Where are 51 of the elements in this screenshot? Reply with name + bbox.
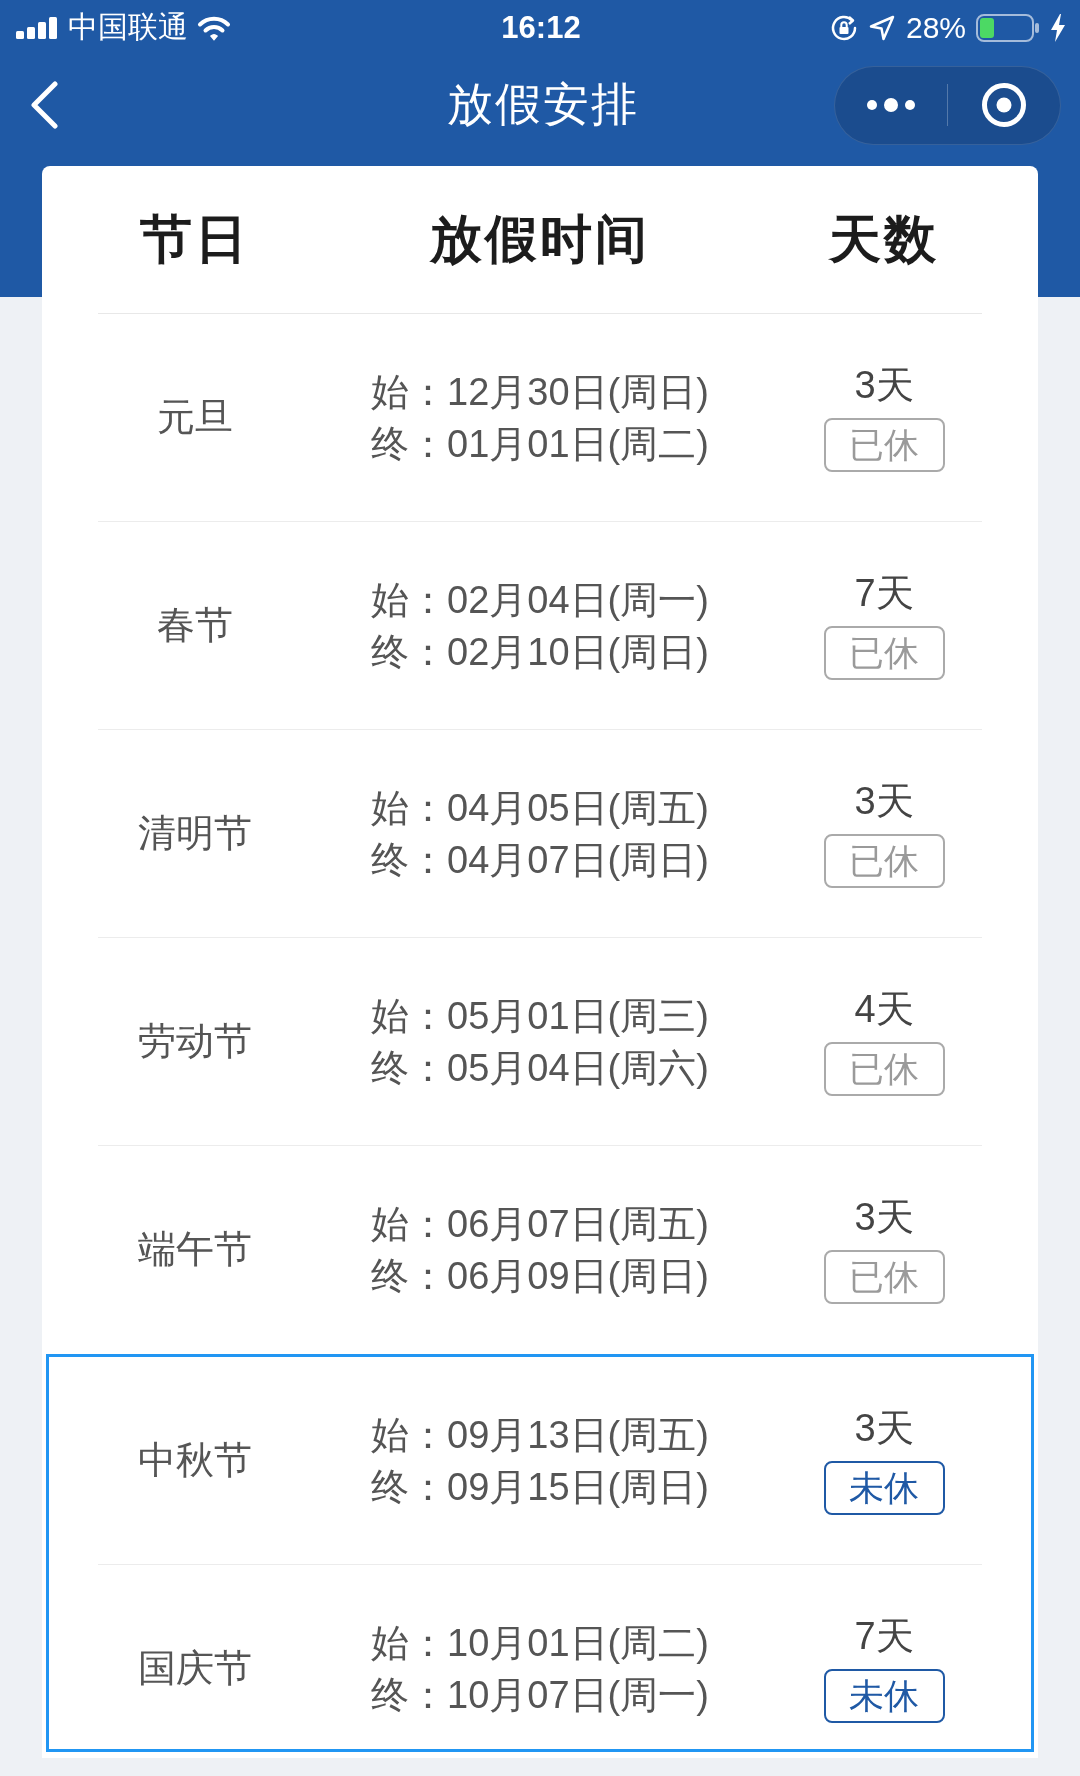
clock-time: 16:12	[501, 9, 581, 46]
holiday-name: 元旦	[157, 395, 233, 440]
dots-icon	[866, 97, 916, 113]
end-date: 终：01月01日(周二)	[371, 421, 709, 467]
holiday-name: 劳动节	[138, 1019, 252, 1064]
rotation-lock-icon	[829, 13, 858, 42]
chevron-left-icon	[29, 81, 59, 129]
carrier-name: 中国联通	[68, 9, 188, 45]
day-count: 7天	[854, 571, 914, 615]
charging-bolt-icon	[1050, 13, 1066, 42]
start-date: 始：12月30日(周日)	[371, 369, 709, 415]
column-header: 天数	[829, 208, 939, 270]
status-badge: 已休	[823, 418, 945, 472]
end-date: 终：05月04日(周六)	[371, 1045, 709, 1091]
day-count: 4天	[854, 987, 914, 1031]
start-date: 始：06月07日(周五)	[371, 1201, 709, 1247]
page-title: 放假安排	[446, 77, 639, 132]
start-date: 始：09月13日(周五)	[371, 1412, 709, 1458]
status-badge: 已休	[823, 626, 945, 680]
start-date: 始：04月05日(周五)	[371, 785, 709, 831]
start-date: 始：02月04日(周一)	[371, 577, 709, 623]
location-arrow-icon	[867, 13, 896, 42]
end-date: 终：06月09日(周日)	[371, 1253, 709, 1299]
status-badge: 已休	[823, 1250, 945, 1304]
wifi-icon	[197, 14, 231, 41]
holiday-name: 端午节	[138, 1227, 252, 1272]
battery-percent: 28%	[905, 10, 966, 45]
end-date: 终：04月07日(周日)	[371, 837, 709, 883]
day-count: 3天	[854, 363, 914, 407]
battery-icon	[976, 13, 1040, 42]
day-count: 3天	[854, 1406, 914, 1450]
end-date: 终：10月07日(周一)	[371, 1672, 709, 1718]
signal-icon	[16, 16, 59, 39]
end-date: 终：02月10日(周日)	[371, 629, 709, 675]
holiday-name: 清明节	[138, 811, 252, 856]
start-date: 始：05月01日(周三)	[371, 993, 709, 1039]
holiday-name: 春节	[157, 603, 233, 648]
column-header: 节日	[140, 208, 250, 270]
status-badge: 已休	[823, 1042, 945, 1096]
status-badge: 已休	[823, 834, 945, 888]
status-badge: 未休	[823, 1669, 945, 1723]
column-header: 放假时间	[430, 208, 650, 270]
holiday-name: 中秋节	[138, 1438, 252, 1483]
day-count: 3天	[854, 779, 914, 823]
target-icon	[981, 82, 1027, 128]
day-count: 7天	[854, 1614, 914, 1658]
status-badge: 未休	[823, 1461, 945, 1515]
holiday-name: 国庆节	[138, 1646, 252, 1691]
start-date: 始：10月01日(周二)	[371, 1620, 709, 1666]
day-count: 3天	[854, 1195, 914, 1239]
end-date: 终：09月15日(周日)	[371, 1464, 709, 1510]
